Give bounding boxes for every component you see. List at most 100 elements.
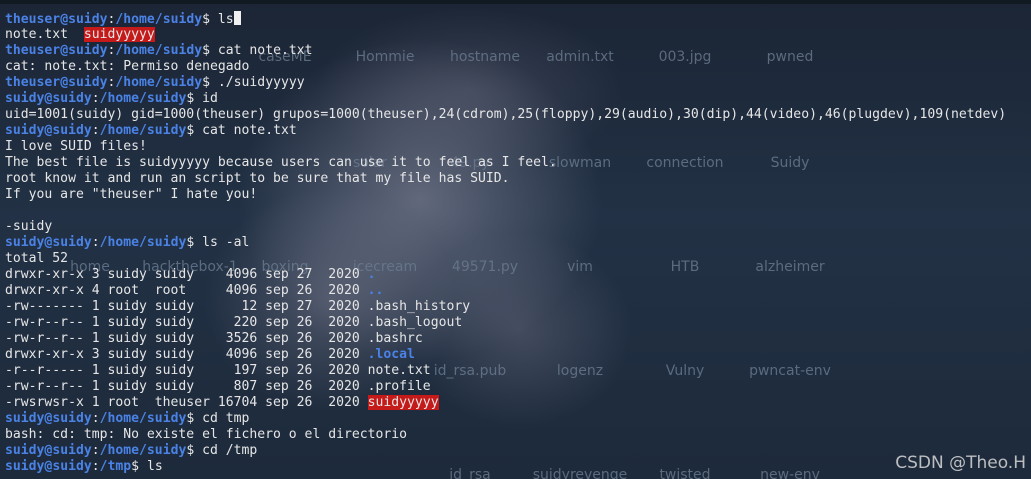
prompt-host: suidy (68, 12, 108, 27)
output-text: If you are "theuser" I hate you! (5, 187, 258, 202)
prompt-path: /home/suidy (115, 43, 203, 58)
highlighted-filename: suidyyyyy (83, 27, 155, 42)
prompt-colon: : (91, 123, 100, 138)
output-text: -rw-r--r-- 1 suidy suidy 807 sep 26 2020… (5, 379, 431, 394)
prompt-path: /home/suidy (115, 12, 203, 27)
output-line: cat: note.txt: Permiso denegado (5, 59, 1025, 75)
output-line: -rwsrwsr-x 1 root theuser 16704 sep 26 2… (5, 395, 1025, 411)
prompt-at-sign: @ (60, 12, 69, 27)
prompt-user: theuser (5, 43, 61, 58)
command-text: cd /tmp (202, 443, 258, 458)
output-line: note.txt suidyyyyy (5, 27, 1025, 43)
terminal-output[interactable]: theuser@suidy:/home/suidy$ ls note.txt su… (5, 11, 1025, 479)
prompt-line: suidy@suidy:/home/suidy$ cd tmp (5, 411, 1025, 427)
prompt-at-sign: @ (60, 43, 69, 58)
output-text: -rw-r--r-- 1 suidy suidy 3526 sep 26 202… (5, 331, 423, 346)
output-line: The best file is suidyyyyy because users… (5, 155, 1025, 171)
top-panel-strip (0, 0, 1031, 4)
output-line: bash: cd: tmp: No existe el fichero o el… (5, 427, 1025, 443)
output-line: -r--r----- 1 suidy suidy 197 sep 26 2020… (5, 363, 1025, 379)
output-text: -r--r----- 1 suidy suidy 197 sep 26 2020… (5, 363, 431, 378)
watermark-text: CSDN @Theo.H (895, 453, 1026, 473)
directory-name: .local (367, 347, 415, 362)
command-text: ls (146, 459, 163, 474)
output-text: note.txt (5, 27, 84, 42)
command-text: cd tmp (202, 411, 250, 426)
prompt-user: suidy (5, 235, 45, 250)
prompt-dollar: $ (186, 91, 203, 106)
directory-name: .. (367, 283, 384, 298)
prompt-host: suidy (52, 411, 92, 426)
prompt-dollar: $ (202, 43, 218, 58)
output-text: The best file is suidyyyyy because users… (5, 155, 557, 170)
prompt-dollar: $ (186, 411, 203, 426)
directory-name: . (367, 267, 376, 282)
output-line: If you are "theuser" I hate you! (5, 187, 1025, 203)
output-text: -rw------- 1 suidy suidy 12 sep 27 2020 … (5, 299, 471, 314)
prompt-host: suidy (52, 443, 92, 458)
output-text: -rwsrwsr-x 1 root theuser 16704 sep 26 2… (5, 395, 368, 410)
text-cursor (233, 11, 241, 25)
output-line: -rw-r--r-- 1 suidy suidy 3526 sep 26 202… (5, 331, 1025, 347)
output-line: drwxr-xr-x 3 suidy suidy 4096 sep 26 202… (5, 347, 1025, 363)
prompt-path: /home/suidy (99, 91, 187, 106)
prompt-host: suidy (52, 91, 92, 106)
prompt-user: suidy (5, 123, 45, 138)
prompt-line: theuser@suidy:/home/suidy$ cat note.txt (5, 43, 1025, 59)
output-text: drwxr-xr-x 4 root root 4096 sep 26 2020 (5, 283, 368, 298)
prompt-path: /home/suidy (99, 235, 187, 250)
output-text: drwxr-xr-x 3 suidy suidy 4096 sep 26 202… (5, 347, 368, 362)
prompt-user: suidy (5, 411, 45, 426)
prompt-user: suidy (5, 443, 45, 458)
prompt-host: suidy (52, 235, 92, 250)
prompt-line: suidy@suidy:/home/suidy$ id (5, 91, 1025, 107)
prompt-path: /home/suidy (99, 443, 187, 458)
output-line: -suidy (5, 219, 1025, 235)
output-line: drwxr-xr-x 4 root root 4096 sep 26 2020 … (5, 283, 1025, 299)
prompt-host: suidy (52, 123, 92, 138)
output-text: -suidy (5, 219, 53, 234)
output-text: -rw-r--r-- 1 suidy suidy 220 sep 26 2020… (5, 315, 463, 330)
prompt-path: /home/suidy (99, 123, 187, 138)
output-text: total 52 (5, 251, 69, 266)
prompt-user: theuser (5, 75, 61, 90)
prompt-host: suidy (52, 459, 92, 474)
output-text: bash: cd: tmp: No existe el fichero o el… (5, 427, 408, 442)
output-line: I love SUID files! (5, 139, 1025, 155)
command-text: cat note.txt (217, 43, 313, 58)
prompt-path: /home/suidy (115, 75, 203, 90)
prompt-at-sign: @ (60, 75, 69, 90)
command-text: id (202, 91, 218, 106)
command-text: ls -al (202, 235, 250, 250)
prompt-path: /tmp (99, 459, 132, 474)
prompt-user: suidy (5, 459, 45, 474)
prompt-dollar: $ (186, 123, 203, 138)
prompt-line: suidy@suidy:/tmp$ ls (5, 459, 1025, 475)
prompt-dollar: $ (186, 443, 203, 458)
prompt-host: suidy (68, 43, 108, 58)
prompt-dollar: $ (186, 235, 203, 250)
output-text: drwxr-xr-x 3 suidy suidy 4096 sep 27 202… (5, 267, 368, 282)
prompt-line: suidy@suidy:/home/suidy$ cat note.txt (5, 123, 1025, 139)
prompt-path: /home/suidy (99, 411, 187, 426)
prompt-colon: : (91, 91, 100, 106)
output-line: root know it and run an script to be sur… (5, 171, 1025, 187)
command-text: ./suidyyyyy (217, 75, 305, 90)
prompt-dollar: $ (131, 459, 147, 474)
output-line: -rw-r--r-- 1 suidy suidy 807 sep 26 2020… (5, 379, 1025, 395)
prompt-user: theuser (5, 12, 61, 27)
prompt-user: suidy (5, 91, 45, 106)
prompt-line: suidy@suidy:/home/suidy$ cd /tmp (5, 443, 1025, 459)
output-text: I love SUID files! (5, 139, 147, 154)
output-text: uid=1001(suidy) gid=1000(theuser) grupos… (5, 107, 1007, 122)
output-line: total 52 (5, 251, 1025, 267)
command-text: ls (217, 12, 234, 27)
prompt-colon: : (91, 443, 100, 458)
prompt-line: theuser@suidy:/home/suidy$ ./suidyyyyy (5, 75, 1025, 91)
prompt-colon: : (91, 411, 100, 426)
prompt-colon: : (91, 459, 100, 474)
prompt-line: suidy@suidy:/home/suidy$ ls -al (5, 235, 1025, 251)
prompt-colon: : (91, 235, 100, 250)
prompt-dollar: $ (202, 75, 218, 90)
prompt-line: theuser@suidy:/home/suidy$ ls (5, 11, 1025, 27)
